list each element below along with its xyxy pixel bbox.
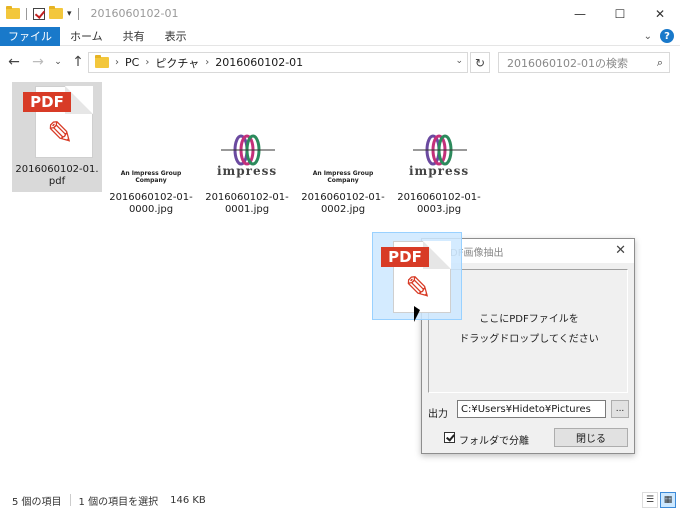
properties-icon[interactable] (33, 7, 45, 20)
maximize-button[interactable]: ☐ (600, 0, 640, 27)
view-switcher: ☰ ▦ (642, 492, 676, 508)
drop-instruction-line2: ドラッグドロップしてください (459, 334, 599, 345)
address-bar[interactable]: › PC › ピクチャ › 2016060102-01 ⌄ (88, 52, 468, 73)
customize-toolbar-icon[interactable]: ▾ (67, 9, 72, 19)
tab-file[interactable]: ファイル (0, 26, 60, 46)
breadcrumb-separator: › (205, 57, 210, 68)
item-count: 5 個の項目 (12, 496, 62, 508)
file-name: 2016060102-01-0002.jpg (301, 192, 385, 215)
acrobat-icon: ✎ (47, 114, 74, 152)
new-folder-icon[interactable] (49, 6, 63, 19)
window-title: 2016060102-01 (90, 7, 179, 20)
toolbar-separator (26, 7, 27, 20)
large-icons-view-icon[interactable]: ▦ (660, 492, 676, 508)
address-dropdown-icon[interactable]: ⌄ (455, 56, 463, 66)
file-name: 2016060102-01-0003.jpg (397, 192, 481, 215)
help-icon[interactable]: ? (660, 29, 674, 43)
mouse-cursor-icon (414, 306, 420, 322)
tab-share[interactable]: 共有 (113, 27, 155, 46)
up-arrow-icon[interactable]: ↑ (68, 54, 88, 70)
status-separator (69, 494, 71, 506)
close-dialog-button[interactable]: 閉じる (554, 428, 628, 447)
output-label: 出力 (428, 409, 448, 420)
dialog-close-icon[interactable]: ✕ (615, 243, 626, 258)
refresh-button[interactable]: ↻ (470, 52, 490, 73)
close-button[interactable]: ✕ (640, 0, 680, 27)
ribbon-right-controls: ⌄ ? (644, 29, 674, 43)
impress-logo-text: impress (217, 164, 278, 178)
file-item-jpg[interactable]: An Impress Group Company 2016060102-01-0… (106, 110, 196, 220)
separate-folder-label: フォルダで分離 (459, 436, 529, 447)
file-name: 2016060102-01-0000.jpg (109, 192, 193, 215)
file-item-pdf[interactable]: PDF ✎ 2016060102-01.pdf (12, 82, 102, 192)
breadcrumb-current-folder[interactable]: 2016060102-01 (215, 56, 303, 69)
pdf-file-icon: PDF ✎ (21, 86, 93, 158)
recent-locations-icon[interactable]: ⌄ (52, 57, 64, 67)
quick-access-toolbar: ▾ (0, 6, 81, 20)
minimize-button[interactable]: — (560, 0, 600, 27)
toolbar-separator (77, 7, 79, 20)
ribbon-tabs: ファイル ホーム 共有 表示 ⌄ ? (0, 26, 680, 46)
output-path-field[interactable]: C:¥Users¥Hideto¥Pictures (457, 400, 606, 418)
image-thumbnail: An Impress Group Company (115, 114, 187, 186)
breadcrumb-pictures[interactable]: ピクチャ (155, 55, 199, 71)
pdf-file-icon: PDF ✎ (379, 241, 451, 313)
file-item-jpg[interactable]: impress 2016060102-01-0003.jpg (394, 110, 484, 220)
search-placeholder: 2016060102-01の検索 (507, 56, 628, 70)
details-view-icon[interactable]: ☰ (642, 492, 658, 508)
pdf-badge: PDF (381, 247, 429, 267)
file-name: 2016060102-01.pdf (15, 164, 99, 187)
tab-view[interactable]: 表示 (155, 27, 197, 46)
browse-button[interactable]: ... (611, 400, 629, 418)
impress-logo-text: impress (409, 164, 470, 178)
navigation-bar: ← → ⌄ ↑ › PC › ピクチャ › 2016060102-01 ⌄ ↻ … (0, 47, 680, 77)
search-icon[interactable]: ⌕ (657, 56, 663, 70)
status-bar: 5 個の項目 1 個の項目を選択 146 KB ☰ ▦ (0, 490, 680, 510)
selection-size: 146 KB (170, 494, 206, 506)
separate-folder-checkbox[interactable] (444, 432, 455, 443)
selection-count: 1 個の項目を選択 (78, 496, 159, 508)
breadcrumb-separator: › (145, 57, 150, 68)
title-bar: ▾ 2016060102-01 — ☐ ✕ (0, 0, 680, 27)
back-arrow-icon[interactable]: ← (4, 54, 24, 70)
folder-icon (95, 55, 109, 68)
folder-icon (6, 6, 20, 19)
tab-home[interactable]: ホーム (60, 27, 113, 46)
search-input[interactable]: 2016060102-01の検索 ⌕ (498, 52, 670, 73)
image-thumbnail: An Impress Group Company (307, 114, 379, 186)
breadcrumb-separator: › (115, 57, 119, 68)
acrobat-icon: ✎ (405, 269, 432, 307)
expand-ribbon-icon[interactable]: ⌄ (644, 31, 652, 42)
image-thumbnail: impress (211, 114, 283, 186)
impress-logo-small: An Impress Group Company (312, 170, 374, 184)
impress-logo-small: An Impress Group Company (120, 170, 182, 184)
file-item-jpg[interactable]: An Impress Group Company 2016060102-01-0… (298, 110, 388, 220)
image-thumbnail: impress (403, 114, 475, 186)
file-name: 2016060102-01-0001.jpg (205, 192, 289, 215)
window-controls: — ☐ ✕ (560, 0, 680, 27)
breadcrumb-pc[interactable]: PC (125, 56, 139, 69)
forward-arrow-icon[interactable]: → (28, 54, 48, 70)
file-item-jpg[interactable]: impress 2016060102-01-0001.jpg (202, 110, 292, 220)
pdf-badge: PDF (23, 92, 71, 112)
